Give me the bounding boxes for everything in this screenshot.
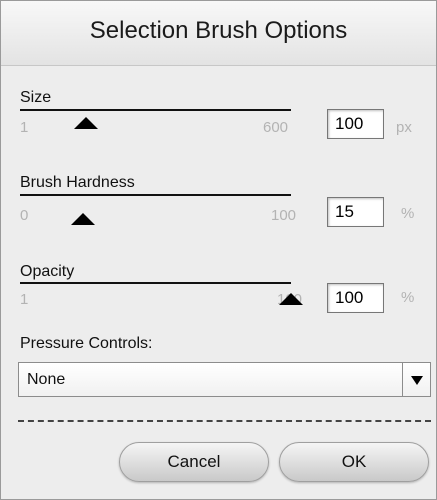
size-slider-thumb[interactable] [74, 117, 99, 129]
opacity-label: Opacity [20, 263, 75, 280]
hardness-value-field[interactable]: 15 [327, 197, 384, 227]
opacity-unit: % [401, 289, 415, 306]
dialog-title: Selection Brush Options [89, 17, 348, 44]
pressure-controls-value: None [27, 371, 66, 388]
dropdown-separator [402, 363, 403, 396]
title-bar: Selection Brush Options [1, 1, 436, 66]
ok-button[interactable]: OK [279, 442, 429, 482]
dashed-divider [18, 420, 431, 422]
size-unit: px [396, 119, 412, 136]
hardness-label: Brush Hardness [20, 174, 135, 191]
opacity-min-label: 1 [20, 291, 29, 308]
size-label: Size [20, 89, 52, 106]
triangle-down-icon[interactable] [411, 376, 423, 385]
hardness-slider-thumb[interactable] [70, 213, 95, 225]
opacity-value-field[interactable]: 100 [327, 283, 384, 313]
opacity-slider-thumb[interactable] [279, 293, 303, 305]
size-value-field[interactable]: 100 [327, 109, 384, 139]
opacity-slider-track[interactable] [20, 282, 291, 284]
hardness-unit: % [401, 205, 415, 222]
pressure-controls-select[interactable]: None [18, 362, 431, 397]
hardness-max-label: 100 [271, 207, 297, 224]
size-min-label: 1 [20, 119, 29, 136]
size-slider-track[interactable] [20, 109, 291, 111]
hardness-min-label: 0 [20, 207, 29, 224]
pressure-controls-label: Pressure Controls: [20, 335, 153, 352]
hardness-slider-track[interactable] [20, 194, 291, 196]
size-max-label: 600 [263, 119, 289, 136]
cancel-button[interactable]: Cancel [119, 442, 269, 482]
selection-brush-options-dialog: Selection Brush Options Size 1 600 100 p… [0, 0, 437, 500]
